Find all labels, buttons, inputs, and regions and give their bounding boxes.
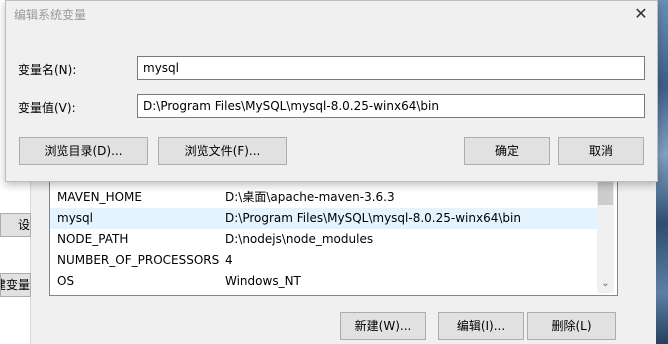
variable-name: NODE_PATH — [57, 232, 129, 246]
browse-directory-button-label: 浏览目录(D)... — [44, 144, 123, 158]
ok-button[interactable]: 确定 — [464, 137, 550, 165]
list-item[interactable]: NUMBER_OF_PROCESSORS 4 — [50, 250, 598, 271]
delete-variable-button[interactable]: 删除(L) — [527, 312, 616, 340]
edit-variable-button[interactable]: 编辑(I)... — [438, 312, 524, 340]
browse-file-button-label: 浏览文件(F)... — [184, 144, 261, 158]
variable-name: NUMBER_OF_PROCESSORS — [57, 253, 220, 267]
background-side-button-2[interactable]: 建变量 — [0, 273, 31, 297]
background-side-button-2-label: 建变量 — [1, 278, 30, 292]
variable-name: MAVEN_HOME — [57, 190, 142, 204]
dialog-title: 编辑系统变量 — [14, 8, 87, 22]
variable-value: D:\桌面\apache-maven-3.6.3 — [225, 190, 395, 204]
scroll-down-arrow-icon[interactable]: ⌄ — [598, 276, 613, 292]
variable-name: OS — [57, 274, 75, 288]
new-variable-button-label: 新建(W)... — [354, 319, 412, 333]
browse-directory-button[interactable]: 浏览目录(D)... — [19, 137, 148, 165]
variable-value: D:\Program Files\MySQL\mysql-8.0.25-winx… — [225, 211, 521, 225]
edit-variable-button-label: 编辑(I)... — [456, 319, 506, 333]
variable-value-input[interactable]: D:\Program Files\MySQL\mysql-8.0.25-winx… — [137, 94, 645, 118]
list-item[interactable]: MAVEN_HOME D:\桌面\apache-maven-3.6.3 — [50, 187, 598, 208]
variable-value-input-value: D:\Program Files\MySQL\mysql-8.0.25-winx… — [143, 99, 439, 113]
new-variable-button[interactable]: 新建(W)... — [340, 312, 426, 340]
variable-name-input[interactable]: mysql — [137, 56, 645, 80]
variable-name-input-value: mysql — [143, 61, 179, 75]
browse-file-button[interactable]: 浏览文件(F)... — [158, 137, 287, 165]
list-item-selected[interactable]: mysql D:\Program Files\MySQL\mysql-8.0.2… — [50, 208, 598, 229]
variable-name-label: 变量名(N): — [18, 63, 77, 77]
background-side-button-1[interactable]: 设 — [0, 213, 31, 237]
ok-button-label: 确定 — [494, 144, 519, 158]
delete-variable-button-label: 删除(L) — [551, 319, 592, 333]
scrollbar-thumb[interactable] — [598, 181, 613, 205]
cancel-button[interactable]: 取消 — [558, 137, 644, 165]
variable-value: Windows_NT — [225, 274, 301, 288]
variable-value: 4 — [225, 253, 233, 267]
background-side-button-1-label: 设 — [17, 218, 30, 232]
variable-value-label: 变量值(V): — [18, 101, 76, 115]
list-item[interactable]: NODE_PATH D:\nodejs\node_modules — [50, 229, 598, 250]
variable-value: D:\nodejs\node_modules — [225, 232, 374, 246]
variable-name: mysql — [57, 211, 93, 225]
list-item[interactable]: OS Windows_NT — [50, 271, 598, 292]
cancel-button-label: 取消 — [588, 144, 613, 158]
close-icon[interactable]: ✕ — [628, 2, 654, 26]
